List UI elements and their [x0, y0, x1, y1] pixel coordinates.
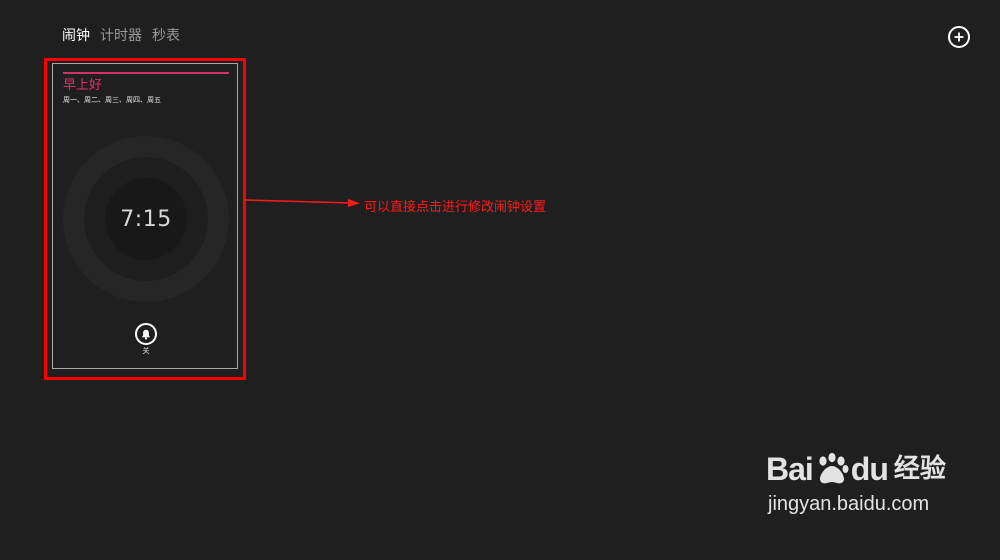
annotation-text: 可以直接点击进行修改闹钟设置 [364, 200, 547, 215]
watermark-brand-cn: 经验 [893, 454, 946, 484]
alarm-dial: 7:15 [63, 136, 229, 302]
alarm-accent-line [63, 72, 229, 74]
watermark-brand-left: Bai [766, 451, 814, 487]
alarm-status-label: 关 [142, 347, 150, 355]
alarm-tile[interactable]: 早上好 周一、周二、周三、周四、周五 7:15 关 [52, 63, 238, 369]
alarm-name: 早上好 [63, 78, 103, 93]
plus-icon [954, 32, 964, 42]
tab-bar: 闹钟 计时器 秒表 [62, 26, 180, 46]
add-alarm-button[interactable] [948, 26, 970, 48]
watermark-brand-right: du [850, 451, 889, 487]
watermark-url: jingyan.baidu.com [768, 493, 930, 515]
alarm-repeat-days: 周一、周二、周三、周四、周五 [63, 96, 161, 104]
tab-timer[interactable]: 计时器 [100, 26, 142, 46]
tab-alarm[interactable]: 闹钟 [62, 26, 90, 46]
alarm-time: 7:15 [120, 206, 172, 232]
annotation-arrow [244, 196, 362, 210]
baidu-paw-icon [819, 452, 849, 484]
baidu-jingyan-watermark: Bai du 经验 jingyan.baidu.com [766, 452, 966, 542]
alarm-toggle-button[interactable] [135, 323, 157, 345]
tab-stopwatch[interactable]: 秒表 [152, 26, 180, 46]
bell-icon [141, 329, 151, 339]
